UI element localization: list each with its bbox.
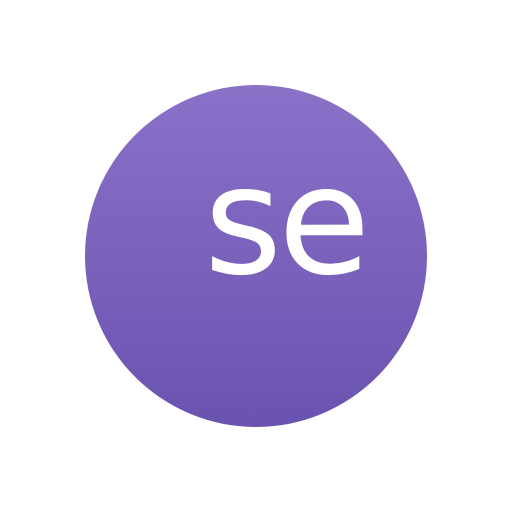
logo-circle: se — [85, 85, 427, 427]
logo-text: se — [204, 135, 370, 309]
app-icon-canvas: se — [0, 0, 512, 512]
